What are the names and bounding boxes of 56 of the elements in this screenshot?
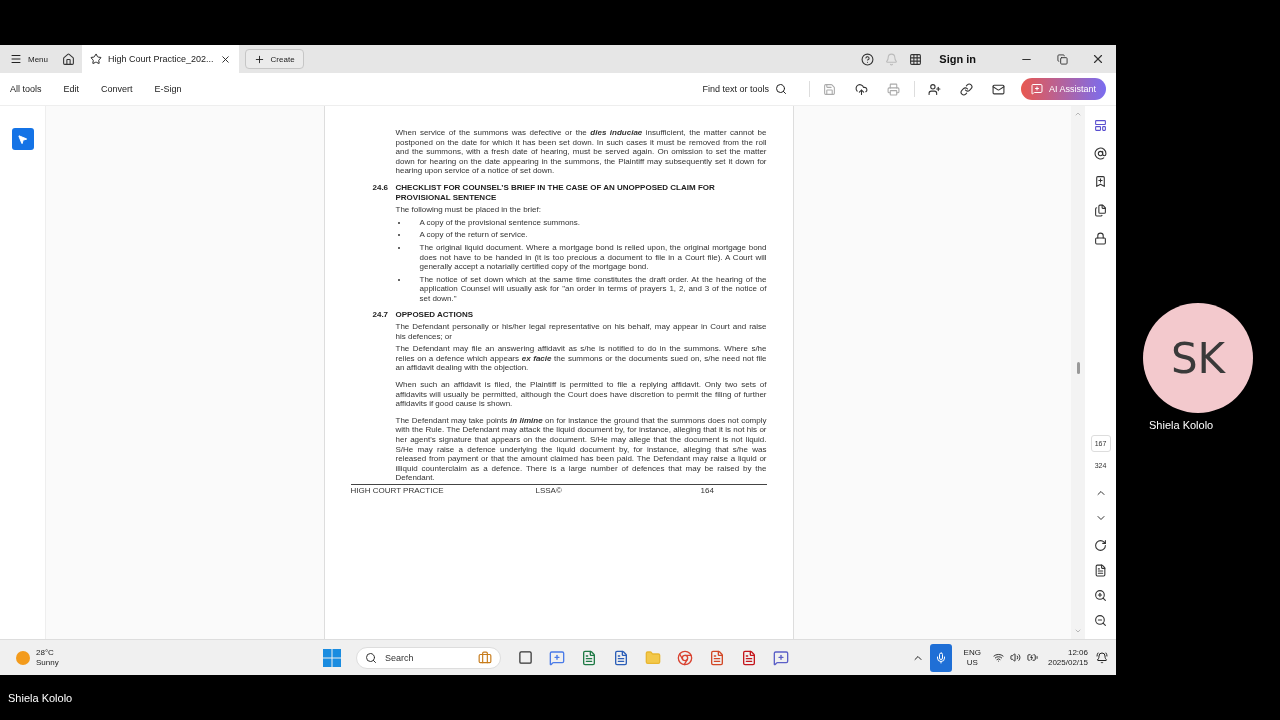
wifi-icon[interactable] — [992, 652, 1004, 663]
section-number: 24.6 — [372, 182, 390, 194]
ai-assistant-button[interactable]: AI Assistant — [1020, 78, 1106, 100]
input-region: US — [966, 657, 978, 668]
weather-condition: Sunny — [36, 657, 59, 668]
list-item-text: A copy of the provisional sentence summons. — [419, 217, 582, 228]
pointer-icon[interactable] — [17, 133, 28, 145]
taskbar-search-field[interactable]: Search — [356, 646, 501, 669]
footer-text: LSSA© — [535, 486, 563, 496]
scrollbar[interactable] — [1071, 106, 1085, 639]
search-icon[interactable] — [774, 83, 787, 95]
create-button[interactable]: Create — [244, 49, 304, 69]
list-item-text: A copy of the return of service. — [419, 230, 529, 240]
presenter-name: Shiela Kololo — [8, 691, 73, 704]
toolbar-menu-item[interactable]: E-Sign — [154, 84, 182, 94]
sign-in-button[interactable]: Sign in — [933, 52, 982, 66]
clock-date: 2025/02/15 — [1047, 657, 1088, 668]
battery-icon[interactable] — [1026, 652, 1038, 663]
body-paragraph: The following must be placed in the brief: — [395, 205, 542, 215]
notification-icon[interactable] — [1096, 651, 1108, 664]
briefcase-icon[interactable] — [478, 650, 492, 665]
footer-text: HIGH COURT PRACTICE — [350, 486, 445, 496]
toolbar-menu-item[interactable]: All tools — [10, 84, 42, 94]
body-paragraph: The Defendant may file an answering affidavit as s/he is notified to do in the summons. Where s/he relies on a defence which appears ex facie the summons or the documents sued on, s/he need not file an affidavit dealing with the objection. — [395, 344, 767, 374]
tab-title: High Court Practice_202... — [108, 54, 214, 64]
body-paragraph: When such an affidavit is filed, the Plaintiff is permitted to file a replying affidavit. Only two sets of affidavits will usually be permitted, although the Court does have discretion to permit the filing of further affidavits if good cause is shown. — [395, 380, 767, 409]
list-item-text: The notice of set down which at the same time constitutes the draft order. At the hearing of the application Counsel will usually ask for "an order in terms of prayers 1, 2, and 3 of the notice of set down." — [419, 274, 767, 304]
chat-plus-icon[interactable] — [1030, 83, 1043, 95]
participant-avatar: SK — [1143, 303, 1253, 413]
scrollbar-thumb[interactable] — [1076, 361, 1080, 374]
body-paragraph: When service of the summons was defective or the dies induciae insufficient, the matter cannot be postponed on the date for which it has been set down. In such cases it must be removed from the roll and the summons, with a fresh date of hearing, must be served again. On omission to set the matter down for hearing on the date appearing in the summons, the Plaintiff may subsequently set it down for hearing upon service of a notice of set down. — [395, 128, 767, 176]
menu-button[interactable]: Menu — [0, 45, 54, 73]
input-language: ENG — [963, 647, 981, 658]
body-paragraph: The Defendant personally or his/her legal representative on his behalf, may appear in Court and raise his defences; or — [395, 322, 767, 342]
clock-time: 12:06 — [1067, 647, 1088, 658]
section-heading: OPPOSED ACTIONS — [395, 309, 473, 320]
find-button[interactable]: Find text or tools — [702, 83, 787, 95]
document-tab[interactable]: High Court Practice_202... — [82, 45, 239, 73]
participant-name: Shiela Kololo — [1149, 419, 1214, 431]
select-tool-button[interactable] — [11, 128, 34, 150]
section-number: 24.7 — [372, 309, 390, 320]
list-item-text: The original liquid document. Where a mortgage bond is relied upon, the original mortgage bond does not have to be handed in (it is too precious a document to file in a Court file). A Court will generally accept a notarially certified copy of the mortgage bond. — [419, 242, 767, 272]
sun-icon — [16, 650, 30, 665]
microphone-icon[interactable] — [929, 643, 952, 672]
volume-icon[interactable] — [1009, 652, 1021, 663]
star-icon[interactable] — [90, 53, 102, 65]
section-heading: CHECKLIST FOR COUNSEL’S BRIEF IN THE CASE OF AN UNOPPOSED CLAIM FOR PROVISIONAL SENTENCE — [395, 182, 716, 203]
page-number: 164 — [700, 486, 714, 496]
plus-icon[interactable] — [253, 53, 265, 65]
temperature: 28°C — [36, 647, 55, 658]
search-icon[interactable] — [365, 651, 377, 664]
close-icon[interactable] — [219, 53, 231, 65]
body-paragraph: The Defendant may take points in limine on for instance the ground that the summons does not comply with the Rule. The Defendant may attack the liquid document by, for instance, alleging that it is not his or her agent's signature that appears on the document. S/He may allege that the document is not liquid. S/He may raise a defence underlying the liquid document by, for instance, alleging that s/he was released from payment or that the amount claimed has been paid. The Defendant may raise a liquid or illiquid counterclaim as a defence. There is a large number of defences that may be raised by the Defendant. — [395, 415, 767, 483]
toolbar-menu-item[interactable]: Edit — [63, 84, 80, 94]
toolbar-menu-item[interactable]: Convert — [101, 84, 133, 94]
menu-icon[interactable] — [10, 53, 22, 65]
